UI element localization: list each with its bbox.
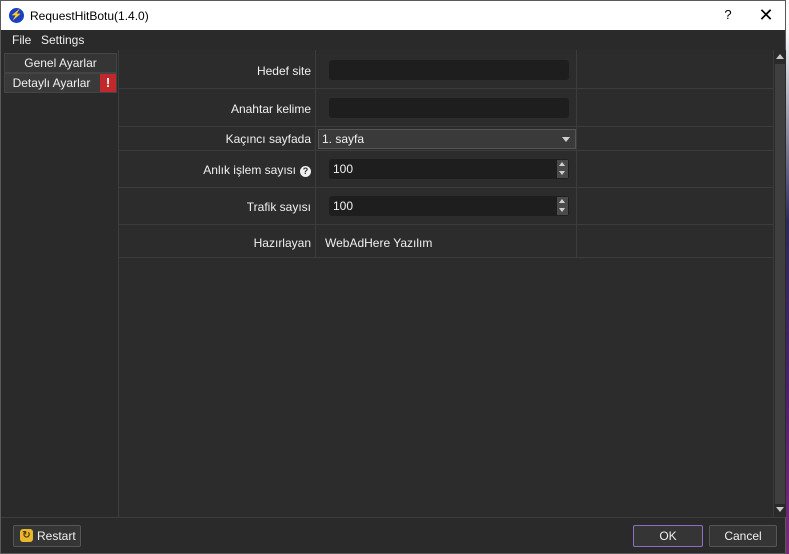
field-value-cell: 1. sayfa (315, 127, 577, 150)
restart-icon: ↻ (20, 529, 33, 542)
settings-form: Hedef site Anahtar kelime Kaçıncı sayfad… (119, 50, 773, 517)
field-label: Anahtar kelime (230, 102, 311, 116)
scroll-up-icon[interactable] (776, 54, 784, 59)
sidebar-item-detayli-ayarlar[interactable]: Detaylı Ayarlar ! (4, 73, 117, 93)
settings-window: ⚡ RequestHitBotu(1.4.0) ? ✕ File Setting… (0, 0, 786, 554)
form-row-hedef-site: Hedef site (119, 50, 773, 89)
author-value: WebAdHere Yazılım (325, 236, 433, 250)
field-label: Hazırlayan (253, 236, 311, 250)
hedef-site-input[interactable] (329, 60, 569, 80)
sidebar-item-label: Genel Ayarlar (24, 56, 97, 70)
trafik-sayisi-spinbox[interactable]: 100 (329, 196, 569, 216)
close-icon[interactable]: ✕ (755, 4, 777, 26)
field-value-cell: WebAdHere Yazılım (315, 225, 577, 257)
sayfa-dropdown[interactable]: 1. sayfa (318, 129, 576, 149)
spin-down-icon[interactable] (557, 206, 568, 215)
help-icon[interactable]: ? (719, 6, 737, 24)
scroll-down-icon[interactable] (776, 507, 784, 512)
menu-bar: File Settings (1, 30, 785, 50)
form-row-hazirlayan: Hazırlayan WebAdHere Yazılım (119, 225, 773, 258)
anlik-islem-spinbox[interactable]: 100 (329, 159, 569, 179)
ok-button[interactable]: OK (633, 525, 703, 547)
menu-settings[interactable]: Settings (41, 33, 84, 47)
title-bar: ⚡ RequestHitBotu(1.4.0) ? ✕ (1, 1, 785, 30)
spinbox-value: 100 (333, 162, 354, 176)
sidebar: Genel Ayarlar Detaylı Ayarlar ! (1, 50, 119, 517)
menu-file[interactable]: File (12, 33, 31, 47)
field-label: Hedef site (256, 64, 311, 78)
sidebar-item-label: Detaylı Ayarlar (12, 76, 91, 90)
dropdown-selected: 1. sayfa (322, 132, 365, 146)
vertical-scrollbar[interactable] (773, 50, 786, 517)
field-value-cell (315, 50, 577, 88)
restart-button[interactable]: ↻ Restart (13, 525, 81, 547)
form-row-kacinci-sayfada: Kaçıncı sayfada 1. sayfa (119, 127, 773, 151)
sidebar-item-genel-ayarlar[interactable]: Genel Ayarlar (4, 53, 117, 73)
field-label: Trafik sayısı (246, 200, 311, 214)
scrollbar-thumb[interactable] (775, 64, 785, 504)
spin-up-icon[interactable] (557, 160, 568, 169)
restart-label: Restart (37, 529, 76, 543)
warning-icon: ! (100, 74, 116, 92)
form-row-anlik-islem: Anlık işlem sayısı? 100 (119, 151, 773, 188)
chevron-down-icon (562, 137, 570, 142)
form-row-anahtar-kelime: Anahtar kelime (119, 89, 773, 127)
anahtar-kelime-input[interactable] (329, 98, 569, 118)
field-value-cell: 100 (315, 188, 577, 224)
bottom-bar: ↻ Restart OK Cancel (1, 517, 785, 553)
field-label: Kaçıncı sayfada (225, 132, 311, 146)
field-label-text: Anlık işlem sayısı (203, 163, 296, 177)
spinbox-buttons (557, 160, 568, 178)
form-row-trafik-sayisi: Trafik sayısı 100 (119, 188, 773, 225)
field-label: Anlık işlem sayısı? (119, 151, 315, 187)
window-title: RequestHitBotu(1.4.0) (30, 9, 149, 23)
app-icon: ⚡ (9, 8, 24, 23)
spinbox-buttons (557, 197, 568, 215)
spin-up-icon[interactable] (557, 197, 568, 206)
field-value-cell (315, 89, 577, 126)
spinbox-value: 100 (333, 199, 354, 213)
help-circle-icon[interactable]: ? (300, 166, 311, 177)
field-value-cell: 100 (315, 151, 577, 187)
cancel-button[interactable]: Cancel (709, 525, 777, 547)
spin-down-icon[interactable] (557, 169, 568, 178)
